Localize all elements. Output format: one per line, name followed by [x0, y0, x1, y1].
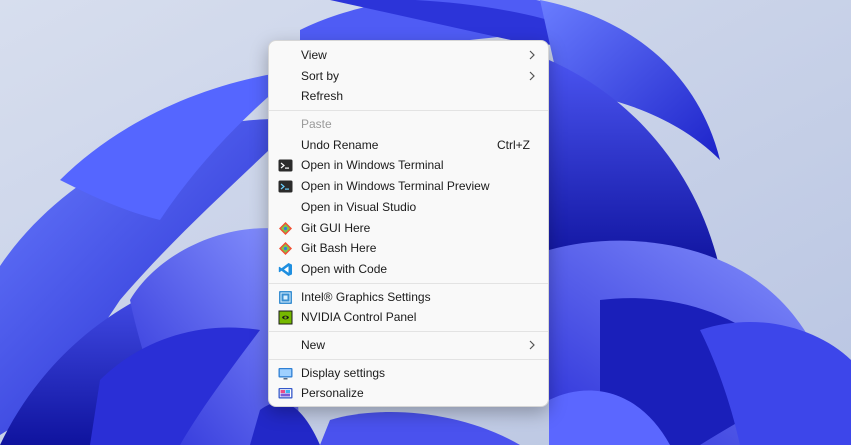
- menu-item-label: New: [301, 337, 326, 352]
- desktop[interactable]: View Sort by Refresh Paste Undo Rename C…: [0, 0, 851, 445]
- menu-item-label: Undo Rename: [301, 137, 379, 152]
- menu-item-label: Open in Windows Terminal Preview: [301, 179, 490, 194]
- menu-item-open-in-windows-terminal[interactable]: Open in Windows Terminal: [269, 155, 548, 176]
- menu-separator: [269, 330, 548, 332]
- menu-item-label: Git Bash Here: [301, 241, 377, 256]
- menu-item-git-gui-here[interactable]: Git GUI Here: [269, 218, 548, 239]
- menu-item-open-in-windows-terminal-preview[interactable]: Open in Windows Terminal Preview: [269, 176, 548, 197]
- menu-separator: [269, 110, 548, 112]
- menu-item-label: Open in Windows Terminal: [301, 158, 444, 173]
- menu-item-label: Refresh: [301, 89, 344, 104]
- menu-item-label: Personalize: [301, 386, 364, 401]
- menu-item-undo-rename[interactable]: Undo Rename Ctrl+Z: [269, 135, 548, 156]
- menu-item-label: NVIDIA Control Panel: [301, 310, 417, 325]
- display-settings-icon: [278, 366, 293, 381]
- menu-item-sort-by[interactable]: Sort by: [269, 66, 548, 87]
- menu-item-display-settings[interactable]: Display settings: [269, 363, 548, 384]
- menu-item-label: Intel® Graphics Settings: [301, 289, 431, 304]
- git-bash-icon: [278, 241, 293, 256]
- git-gui-icon: [278, 221, 293, 236]
- personalize-icon: [278, 386, 293, 401]
- menu-item-label: Git GUI Here: [301, 220, 371, 235]
- menu-item-label: Open with Code: [301, 261, 388, 276]
- intel-graphics-icon: [278, 290, 293, 305]
- menu-separator: [269, 282, 548, 284]
- nvidia-icon: [278, 310, 293, 325]
- menu-item-label: Sort by: [301, 68, 340, 83]
- menu-item-nvidia-control-panel[interactable]: NVIDIA Control Panel: [269, 307, 548, 328]
- chevron-right-icon: [528, 66, 538, 86]
- menu-item-intel-graphics-settings[interactable]: Intel® Graphics Settings: [269, 287, 548, 308]
- menu-item-label: View: [301, 48, 327, 62]
- vscode-icon: [278, 262, 293, 277]
- menu-item-new[interactable]: New: [269, 335, 548, 356]
- menu-item-git-bash-here[interactable]: Git Bash Here: [269, 238, 548, 259]
- menu-item-shortcut: Ctrl+Z: [497, 137, 530, 152]
- menu-separator: [269, 358, 548, 360]
- menu-item-view[interactable]: View: [269, 45, 548, 66]
- desktop-context-menu: View Sort by Refresh Paste Undo Rename C…: [268, 40, 549, 407]
- menu-item-label: Paste: [301, 117, 332, 132]
- menu-item-open-in-visual-studio[interactable]: Open in Visual Studio: [269, 197, 548, 218]
- terminal-preview-icon: [278, 179, 293, 194]
- menu-item-label: Open in Visual Studio: [301, 199, 417, 214]
- chevron-right-icon: [528, 335, 538, 355]
- menu-item-personalize[interactable]: Personalize: [269, 383, 548, 404]
- menu-item-label: Display settings: [301, 365, 386, 380]
- menu-item-paste: Paste: [269, 114, 548, 135]
- menu-item-open-with-code[interactable]: Open with Code: [269, 259, 548, 280]
- chevron-right-icon: [528, 45, 538, 65]
- menu-item-refresh[interactable]: Refresh: [269, 86, 548, 107]
- terminal-icon: [278, 158, 293, 173]
